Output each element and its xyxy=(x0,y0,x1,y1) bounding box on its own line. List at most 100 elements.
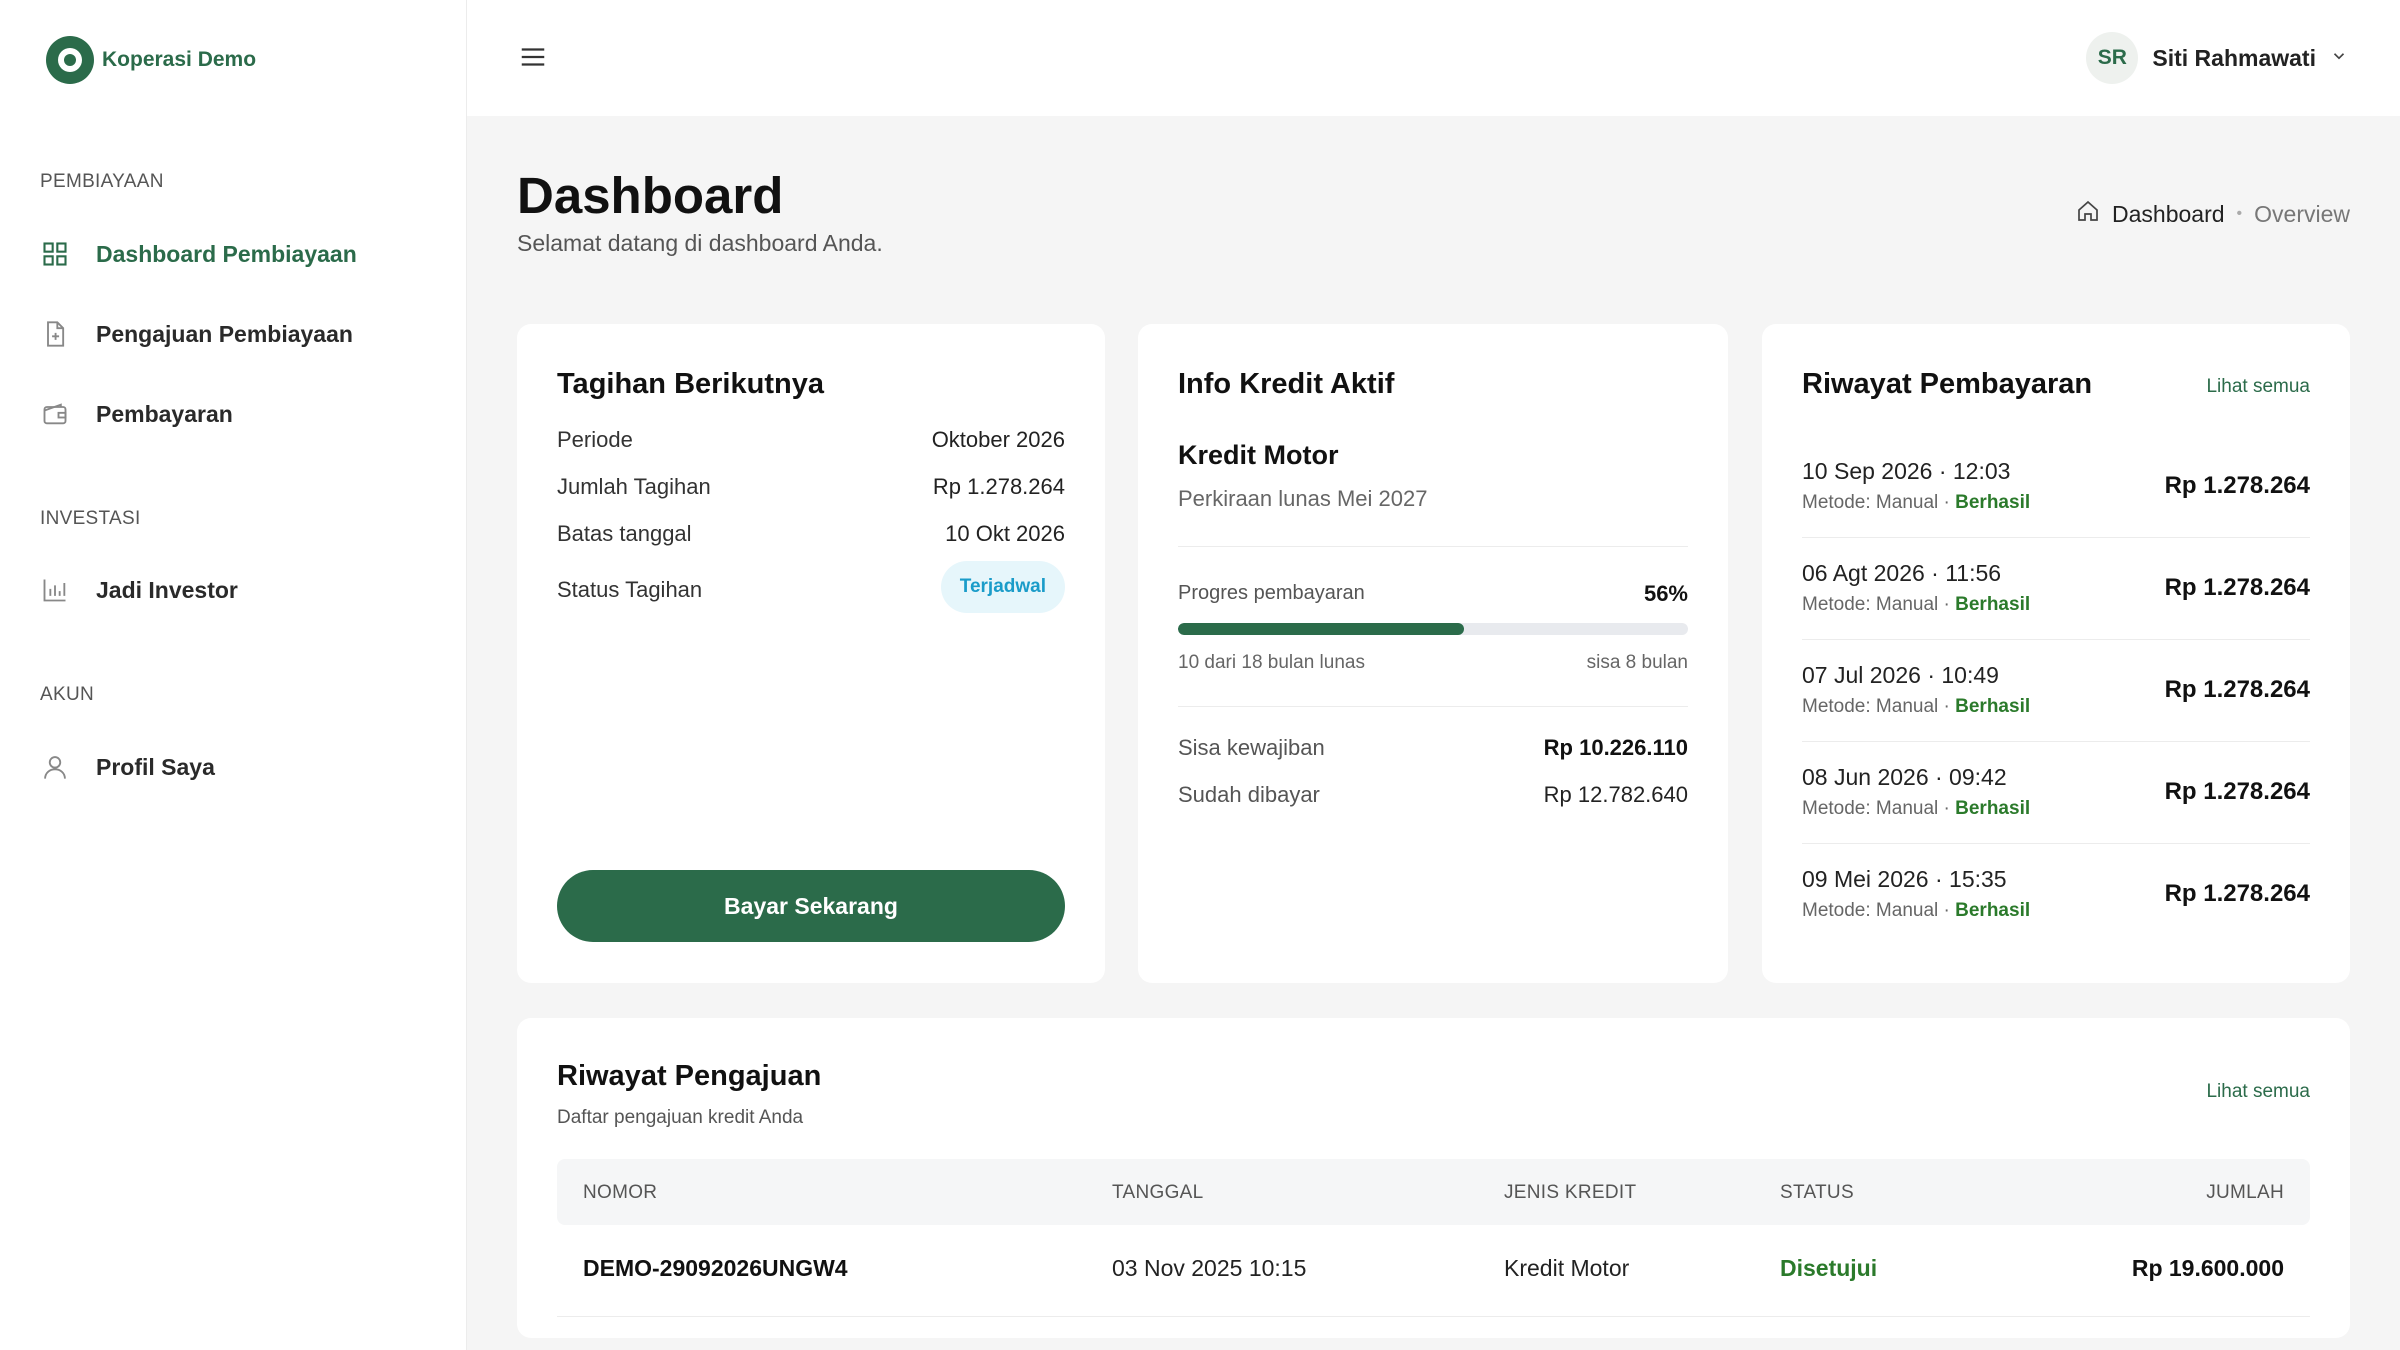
hamburger-menu-icon[interactable] xyxy=(518,42,548,72)
next-bill-card: Tagihan Berikutnya Periode Oktober 2026 … xyxy=(517,324,1105,983)
column-header-jenis-kredit: JENIS KREDIT xyxy=(1504,1182,1637,1203)
payment-history-item[interactable]: 09 Mei 2026 · 15:35 Metode: Manual · Ber… xyxy=(1802,866,2310,968)
column-header-status: STATUS xyxy=(1780,1182,1854,1203)
progress-bar xyxy=(1178,623,1688,635)
sidebar-item-label: Pembayaran xyxy=(96,400,233,427)
page-subtitle: Selamat datang di dashboard Anda. xyxy=(517,230,883,256)
payment-status: Berhasil xyxy=(1955,594,2031,615)
payment-status: Berhasil xyxy=(1955,900,2031,921)
card-title: Tagihan Berikutnya xyxy=(557,368,824,400)
payment-method-text: Metode: Manual · xyxy=(1802,594,1956,615)
pay-now-button[interactable]: Bayar Sekarang xyxy=(557,870,1065,942)
sidebar-item-jadi-investor[interactable]: Jadi Investor xyxy=(40,575,238,605)
breadcrumb-overview: Overview xyxy=(2254,200,2350,227)
credit-estimate: Perkiraan lunas Mei 2027 xyxy=(1178,486,1428,511)
nav-section-akun: AKUN xyxy=(40,684,94,705)
payment-history-card: Riwayat Pembayaran Lihat semua 10 Sep 20… xyxy=(1762,324,2350,983)
brand[interactable]: Koperasi Demo xyxy=(46,36,256,84)
paid-amount-label: Sudah dibayar xyxy=(1178,782,1320,807)
card-title: Info Kredit Aktif xyxy=(1178,368,1395,400)
sidebar-item-dashboard-pembiayaan[interactable]: Dashboard Pembiayaan xyxy=(40,239,357,269)
grid-icon xyxy=(40,239,70,269)
breadcrumb: Dashboard • Overview xyxy=(2076,199,2350,229)
page-title: Dashboard xyxy=(517,167,784,224)
payment-status: Berhasil xyxy=(1955,696,2031,717)
payment-amount: Rp 1.278.264 xyxy=(2164,574,2310,601)
home-icon[interactable] xyxy=(2076,199,2100,229)
payment-amount: Rp 1.278.264 xyxy=(2164,778,2310,805)
credit-product: Kredit Motor xyxy=(1178,440,1339,470)
wallet-icon xyxy=(40,399,70,429)
payment-method-text: Metode: Manual · xyxy=(1802,696,1956,717)
payment-method: Metode: Manual · Berhasil xyxy=(1802,696,2030,718)
bill-due-value: 10 Okt 2026 xyxy=(945,521,1065,546)
payment-history-item[interactable]: 07 Jul 2026 · 10:49 Metode: Manual · Ber… xyxy=(1802,662,2310,764)
sidebar-item-label: Jadi Investor xyxy=(96,576,238,603)
application-date: 03 Nov 2025 10:15 xyxy=(1112,1255,1307,1281)
payment-method-text: Metode: Manual · xyxy=(1802,492,1956,513)
divider xyxy=(1178,706,1688,707)
nav-section-pembiayaan: PEMBIAYAAN xyxy=(40,171,164,192)
payment-method: Metode: Manual · Berhasil xyxy=(1802,492,2030,514)
card-title: Riwayat Pembayaran xyxy=(1802,368,2093,400)
table-header: NOMOR TANGGAL JENIS KREDIT STATUS JUMLAH xyxy=(557,1159,2310,1225)
bill-status-label: Status Tagihan xyxy=(557,577,703,602)
divider xyxy=(1802,639,2310,640)
application-number: DEMO-29092026UNGW4 xyxy=(583,1255,848,1281)
bill-amount-value: Rp 1.278.264 xyxy=(932,474,1065,499)
payment-history-item[interactable]: 10 Sep 2026 · 12:03 Metode: Manual · Ber… xyxy=(1802,458,2310,560)
avatar: SR xyxy=(2086,32,2139,84)
divider xyxy=(1178,546,1688,547)
chevron-down-icon xyxy=(2330,47,2348,70)
progress-label: Progres pembayaran xyxy=(1178,582,1365,604)
file-plus-icon xyxy=(40,319,70,349)
bill-period-value: Oktober 2026 xyxy=(931,427,1065,452)
table-row[interactable]: DEMO-29092026UNGW4 03 Nov 2025 10:15 Kre… xyxy=(557,1225,2310,1317)
card-title: Riwayat Pengajuan xyxy=(557,1060,822,1092)
payment-amount: Rp 1.278.264 xyxy=(2164,880,2310,907)
brand-name: Koperasi Demo xyxy=(102,48,257,71)
payment-history-item[interactable]: 08 Jun 2026 · 09:42 Metode: Manual · Ber… xyxy=(1802,764,2310,866)
divider xyxy=(1802,537,2310,538)
column-header-nomor: NOMOR xyxy=(583,1182,658,1203)
remaining-obligation-label: Sisa kewajiban xyxy=(1178,735,1325,760)
brand-logo-icon xyxy=(46,36,94,84)
see-all-payments-link[interactable]: Lihat semua xyxy=(2206,376,2310,398)
payment-date: 09 Mei 2026 · 15:35 xyxy=(1802,866,2007,892)
credit-info-card: Info Kredit Aktif Kredit Motor Perkiraan… xyxy=(1138,324,1728,983)
remaining-months-text: sisa 8 bulan xyxy=(1586,652,1688,673)
breadcrumb-dashboard[interactable]: Dashboard xyxy=(2112,201,2225,228)
divider xyxy=(1802,741,2310,742)
payment-method-text: Metode: Manual · xyxy=(1802,900,1956,921)
payment-status: Berhasil xyxy=(1955,492,2031,513)
remaining-obligation-value: Rp 10.226.110 xyxy=(1543,735,1688,760)
column-header-jumlah: JUMLAH xyxy=(2206,1182,2284,1203)
user-menu[interactable]: SR Siti Rahmawati xyxy=(2086,32,2348,84)
payment-date: 10 Sep 2026 · 12:03 xyxy=(1802,458,2011,484)
bill-amount-label: Jumlah Tagihan xyxy=(557,474,711,499)
paid-amount-value: Rp 12.782.640 xyxy=(1543,782,1688,807)
payment-history-item[interactable]: 06 Agt 2026 · 11:56 Metode: Manual · Ber… xyxy=(1802,560,2310,662)
column-header-tanggal: TANGGAL xyxy=(1112,1182,1204,1203)
payment-date: 06 Agt 2026 · 11:56 xyxy=(1802,560,2002,586)
payment-method: Metode: Manual · Berhasil xyxy=(1802,900,2030,922)
sidebar-item-pengajuan-pembiayaan[interactable]: Pengajuan Pembiayaan xyxy=(40,319,353,349)
card-subtitle: Daftar pengajuan kredit Anda xyxy=(557,1107,804,1128)
applications-card: Riwayat Pengajuan Daftar pengajuan kredi… xyxy=(517,1018,2350,1338)
sidebar-item-pembayaran[interactable]: Pembayaran xyxy=(40,399,233,429)
paid-months-text: 10 dari 18 bulan lunas xyxy=(1178,652,1365,673)
nav-section-investasi: INVESTASI xyxy=(40,508,141,529)
sidebar-item-label: Dashboard Pembiayaan xyxy=(96,240,357,267)
bill-period-label: Periode xyxy=(557,427,633,452)
user-name: Siti Rahmawati xyxy=(2152,44,2316,71)
application-status: Disetujui xyxy=(1780,1255,1878,1281)
payment-method-text: Metode: Manual · xyxy=(1802,798,1956,819)
divider xyxy=(1802,843,2310,844)
see-all-applications-link[interactable]: Lihat semua xyxy=(2206,1081,2310,1103)
application-amount: Rp 19.600.000 xyxy=(2131,1255,2284,1281)
payment-method: Metode: Manual · Berhasil xyxy=(1802,594,2030,616)
payment-amount: Rp 1.278.264 xyxy=(2164,676,2310,703)
divider xyxy=(557,1316,2310,1317)
sidebar-item-profil-saya[interactable]: Profil Saya xyxy=(40,752,215,782)
payment-method: Metode: Manual · Berhasil xyxy=(1802,798,2030,820)
